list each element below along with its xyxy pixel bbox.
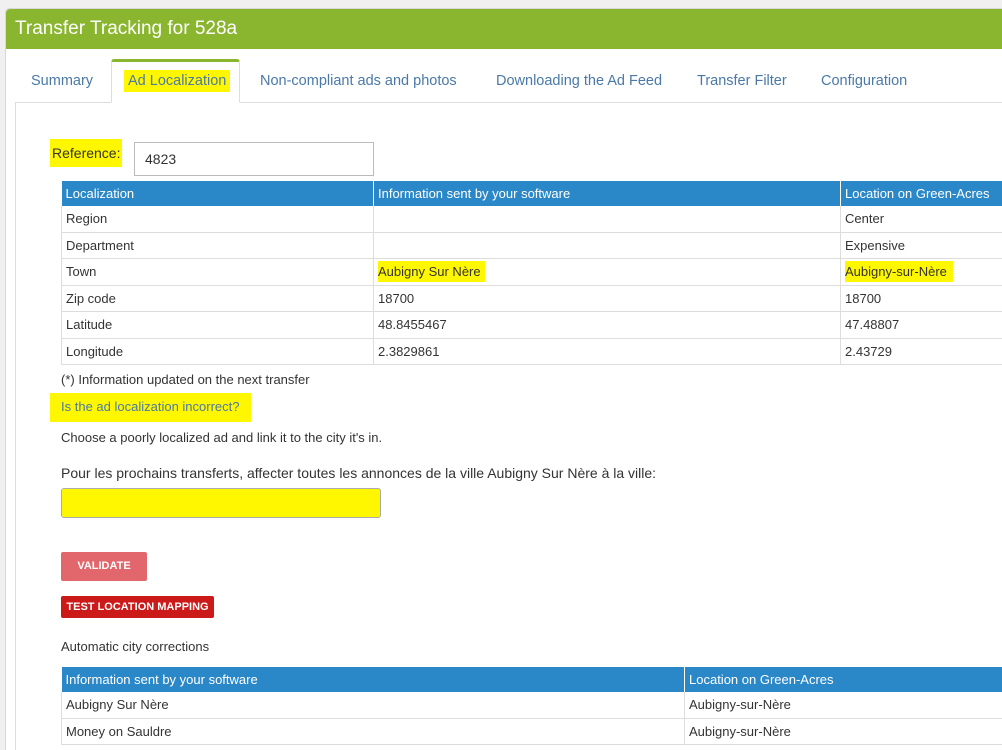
cell-sent: Aubigny Sur Nère [373,258,841,286]
table-row: Latitude 48.8455467 47.48807 [61,311,1002,339]
table-row: Aubigny Sur Nère Aubigny-sur-Nère [61,692,1002,719]
table-header-row: Localization Information sent by your so… [61,181,1002,206]
cell-sent: 48.8455467 [373,311,841,339]
cell-sent: 18700 [373,285,841,312]
reference-input[interactable] [134,142,374,176]
cell-sent: Aubigny Sur Nère [61,692,685,719]
tab-ad-localization-label: Ad Localization [124,70,231,92]
page-title: Transfer Tracking for 528a [6,9,1002,49]
cell-sent [373,232,841,259]
cell-label: Region [61,206,374,233]
town-green-acres-highlight: Aubigny-sur-Nère [845,261,953,283]
table-row: Town Aubigny Sur Nère Aubigny-sur-Nère [61,258,1002,286]
auto-corrections-title: Automatic city corrections [61,639,210,654]
tab-bar: Summary Ad Localization Non-compliant ad… [15,59,1002,103]
target-city-input[interactable] [61,488,381,518]
assign-instruction: Pour les prochains transferts, affecter … [61,465,657,481]
table-row: Department Expensive [61,232,1002,259]
cell-green-acres: 47.48807 [840,311,1002,339]
column-header-sent-info: Information sent by your software [373,181,841,206]
transfer-tracking-panel: Transfer Tracking for 528a Summary Ad Lo… [5,8,1002,750]
validate-button[interactable]: VALIDATE [61,552,147,581]
update-note: (*) Information updated on the next tran… [61,372,310,387]
cell-label: Town [61,258,374,286]
cell-sent: Money on Sauldre [61,718,685,745]
table-row: Region Center [61,206,1002,233]
tab-transfer-filter[interactable]: Transfer Filter [697,59,787,102]
column-header-localization: Localization [61,181,374,206]
tab-summary[interactable]: Summary [31,59,93,102]
test-location-mapping-button[interactable]: TEST LOCATION MAPPING [61,596,214,618]
cell-green-acres: 18700 [840,285,1002,312]
cell-green-acres: Expensive [840,232,1002,259]
tab-non-compliant[interactable]: Non-compliant ads and photos [260,59,457,102]
cell-label: Department [61,232,374,259]
reference-label: Reference: [50,139,123,167]
cell-green-acres: Center [840,206,1002,233]
cell-label: Longitude [61,338,374,365]
page: Transfer Tracking for 528a Summary Ad Lo… [0,0,1002,750]
ad-localization-content: Reference: Localization Information sent… [15,103,1002,750]
column-header-green-acres: Location on Green-Acres [840,181,1002,206]
table-header-row: Information sent by your software Locati… [61,667,1002,692]
tab-downloading-feed[interactable]: Downloading the Ad Feed [496,59,662,102]
tab-ad-localization[interactable]: Ad Localization [111,59,240,103]
cell-label: Zip code [61,285,374,312]
choose-instruction: Choose a poorly localized ad and link it… [61,430,383,445]
town-sent-highlight: Aubigny Sur Nère [378,261,485,283]
column-header-sent-info: Information sent by your software [61,667,685,692]
table-row: Longitude 2.3829861 2.43729 [61,338,1002,365]
table-row: Money on Sauldre Aubigny-sur-Nère [61,718,1002,745]
table-row: Zip code 18700 18700 [61,285,1002,312]
localization-table: Localization Information sent by your so… [61,181,1002,365]
cell-green-acres: Aubigny-sur-Nère [684,692,1002,719]
cell-green-acres: 2.43729 [840,338,1002,365]
column-header-green-acres: Location on Green-Acres [684,667,1002,692]
auto-corrections-table: Information sent by your software Locati… [61,667,1002,745]
cell-sent: 2.3829861 [373,338,841,365]
cell-label: Latitude [61,311,374,339]
cell-green-acres: Aubigny-sur-Nère [840,258,1002,286]
tab-configuration[interactable]: Configuration [821,59,907,102]
cell-sent [373,206,841,233]
cell-green-acres: Aubigny-sur-Nère [684,718,1002,745]
incorrect-localization-link[interactable]: Is the ad localization incorrect? [50,393,252,422]
